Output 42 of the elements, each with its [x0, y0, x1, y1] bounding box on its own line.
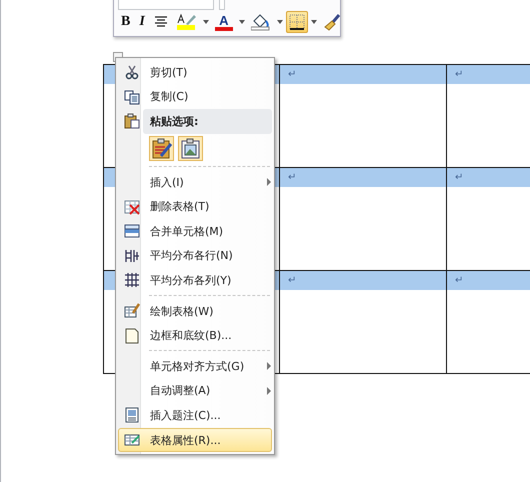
distribute-columns-icon — [124, 272, 140, 288]
font-color-button[interactable]: A — [212, 11, 236, 33]
menu-item[interactable]: 复制(C) — [118, 84, 272, 110]
menu-item[interactable]: 绘制表格(W) — [118, 298, 272, 324]
paragraph-mark: ↵ — [455, 70, 464, 80]
paint-bucket-icon — [250, 13, 271, 31]
menu-item[interactable]: 插入题注(C)... — [118, 403, 272, 428]
delete-table-icon — [124, 198, 140, 215]
scissors-icon — [124, 64, 140, 80]
color-bar-icon — [214, 26, 233, 30]
borders-icon — [288, 14, 305, 30]
borders-button[interactable] — [286, 11, 308, 33]
menu-item[interactable]: 合并单元格(M) — [118, 218, 272, 244]
align-center-icon — [154, 16, 168, 28]
paintbrush-icon — [322, 13, 341, 31]
copy-icon — [124, 88, 140, 105]
page-icon — [124, 328, 140, 344]
paragraph-mark: ↵ — [455, 276, 464, 286]
highlighter-icon — [176, 13, 197, 31]
merge-cells-icon — [124, 223, 140, 240]
menu-item[interactable]: 表格属性(R)... — [118, 428, 272, 452]
paragraph-mark: ↵ — [288, 276, 296, 286]
menu-item[interactable]: 平均分布各列(Y) — [118, 268, 272, 293]
caption-icon — [124, 407, 140, 424]
menu-item[interactable]: 删除表格(T) — [118, 194, 272, 219]
distribute-rows-icon — [124, 248, 140, 264]
draw-table-icon — [124, 303, 140, 320]
menu-item[interactable]: 剪切(T) — [118, 60, 272, 85]
menu-item[interactable]: 单元格对齐方式(G) — [118, 354, 272, 379]
paragraph-mark: ↵ — [288, 172, 296, 182]
menu-item[interactable]: 自动调整(A) — [118, 378, 272, 404]
paragraph-mark: ↵ — [455, 172, 464, 182]
italic-button[interactable]: I — [136, 11, 148, 33]
paste-as-picture-button[interactable] — [178, 136, 203, 162]
menu-item[interactable]: 平均分布各行(N) — [118, 244, 272, 268]
menu-item[interactable]: 插入(I) — [118, 170, 272, 194]
clipboard-icon — [124, 113, 140, 130]
menu-item[interactable]: 边框和底纹(B)... — [118, 323, 272, 348]
bold-button[interactable]: B — [118, 11, 134, 33]
keep-formatting-button[interactable] — [149, 136, 174, 162]
table-properties-icon — [124, 432, 140, 448]
paragraph-mark: ↵ — [288, 70, 296, 80]
